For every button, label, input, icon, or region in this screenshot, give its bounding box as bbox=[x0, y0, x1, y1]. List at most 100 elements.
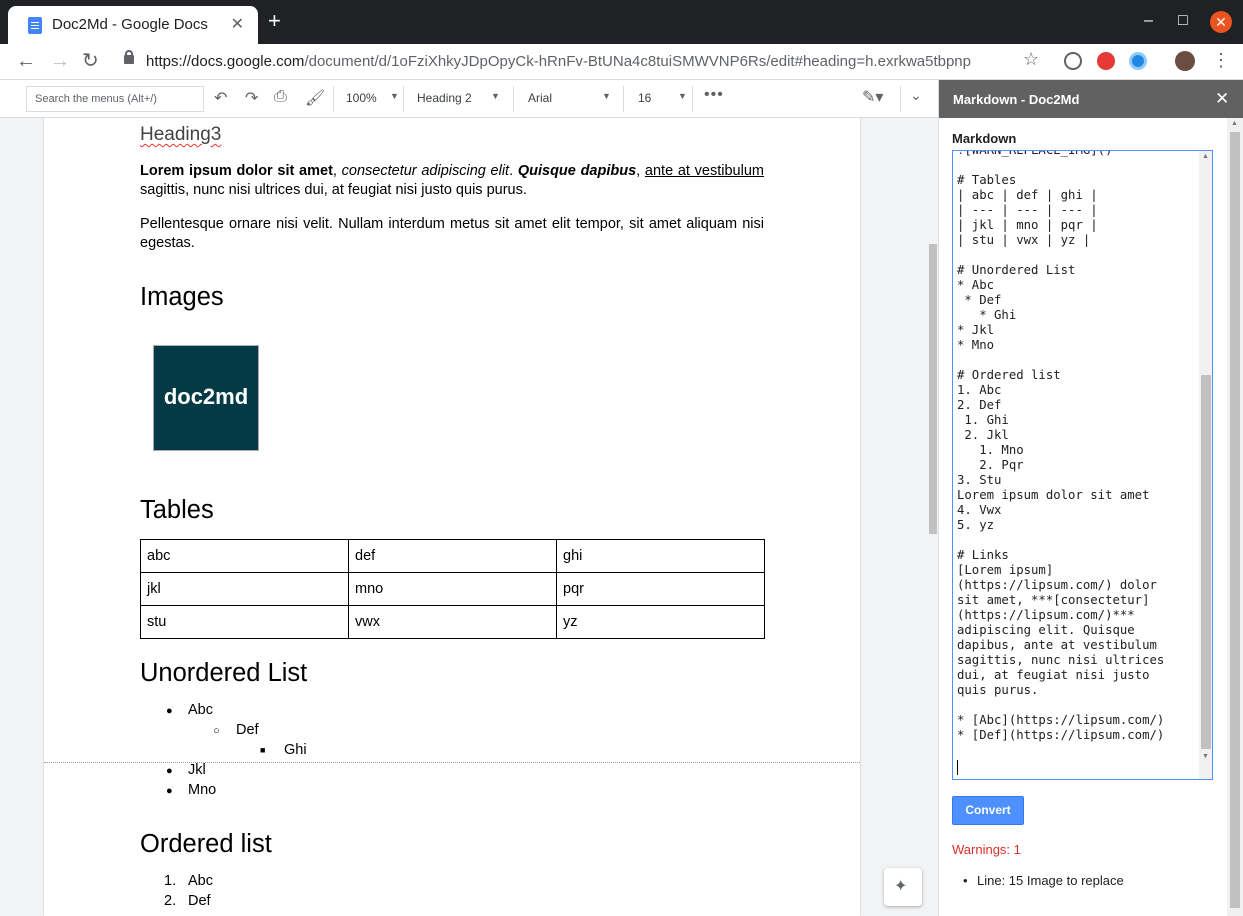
list-number: 2. bbox=[164, 893, 177, 909]
table-cell[interactable]: def bbox=[348, 539, 557, 573]
print-icon[interactable]: ⎙ bbox=[274, 88, 287, 106]
list-item: Abc bbox=[188, 702, 213, 718]
heading-images: Images bbox=[140, 283, 224, 311]
scroll-up-arrow-icon[interactable]: ▲ bbox=[1231, 120, 1238, 127]
docs-favicon-icon bbox=[28, 17, 42, 34]
document-scrollbar[interactable] bbox=[928, 118, 938, 916]
sidebar-close-icon[interactable]: ✕ bbox=[1215, 89, 1229, 109]
heading-unordered-list: Unordered List bbox=[140, 659, 308, 687]
undo-icon[interactable]: ↶ bbox=[214, 88, 227, 108]
markdown-content: ![WARN_REPLACE_IMG]() # Tables | abc | d… bbox=[957, 150, 1165, 742]
back-arrow-icon[interactable]: ← bbox=[16, 50, 36, 72]
menu-search-input[interactable]: Search the menus (Alt+/) bbox=[26, 86, 204, 112]
sidebar-scrollbar-thumb[interactable] bbox=[1230, 132, 1240, 908]
p1-rest: sagittis, nunc nisi ultrices dui, at feu… bbox=[140, 182, 527, 198]
chevron-down-icon: ▼ bbox=[390, 91, 399, 101]
table-cell[interactable]: vwx bbox=[348, 605, 557, 639]
zoom-select[interactable]: 100% ▼ bbox=[346, 91, 399, 105]
bullet-disc-icon: ● bbox=[166, 705, 173, 717]
list-item: Ghi bbox=[284, 742, 307, 758]
profile-avatar[interactable] bbox=[1175, 51, 1195, 71]
new-tab-button[interactable]: + bbox=[268, 10, 281, 32]
sidebar-title: Markdown - Doc2Md bbox=[953, 92, 1080, 107]
heading-ordered-list: Ordered list bbox=[140, 830, 272, 858]
p1-bold: Lorem ipsum dolor sit amet bbox=[140, 163, 333, 179]
bullet-square-icon: ■ bbox=[260, 745, 266, 755]
style-value: Heading 2 bbox=[417, 91, 472, 105]
markdown-textarea[interactable]: ![WARN_REPLACE_IMG]() # Tables | abc | d… bbox=[952, 150, 1213, 780]
toolbar-divider bbox=[513, 86, 514, 112]
document-scrollbar-thumb[interactable] bbox=[929, 244, 937, 534]
explore-button[interactable] bbox=[884, 868, 922, 906]
paint-format-icon[interactable]: 🖌 bbox=[305, 88, 325, 108]
window-close-button[interactable]: ✕ bbox=[1210, 11, 1232, 33]
paragraph-1: Lorem ipsum dolor sit amet, consectetur … bbox=[140, 162, 764, 200]
scroll-down-arrow-icon[interactable]: ▼ bbox=[1202, 753, 1209, 760]
p1-link[interactable]: ante at vestibulum bbox=[645, 163, 764, 179]
more-options-icon[interactable]: ••• bbox=[704, 86, 724, 104]
warnings-count: Warnings: 1 bbox=[952, 842, 1021, 857]
toolbar-divider bbox=[333, 86, 334, 112]
p1-italic: consectetur adipiscing elit bbox=[341, 163, 510, 179]
table-cell[interactable]: yz bbox=[556, 605, 765, 639]
collapse-chevron-icon[interactable]: ⌄ bbox=[910, 87, 922, 104]
sidebar-header: Markdown - Doc2Md ✕ bbox=[939, 80, 1243, 118]
bullet-disc-icon: ● bbox=[166, 765, 173, 777]
table-cell[interactable]: stu bbox=[140, 605, 349, 639]
convert-button[interactable]: Convert bbox=[952, 796, 1024, 825]
extension-red-icon[interactable] bbox=[1097, 52, 1115, 70]
chevron-down-icon: ▼ bbox=[602, 91, 611, 101]
url-path: /document/d/1oFziXhkyJDpOpyCk-hRnFv-BtUN… bbox=[304, 53, 971, 70]
document-page[interactable]: Heading3 Lorem ipsum dolor sit amet, con… bbox=[44, 118, 860, 916]
doc2md-logo-image[interactable]: doc2md bbox=[153, 345, 259, 451]
toolbar-divider bbox=[403, 86, 404, 112]
font-size-value: 16 bbox=[638, 91, 652, 105]
lock-icon[interactable] bbox=[124, 50, 134, 64]
scroll-up-arrow-icon[interactable]: ▲ bbox=[1202, 153, 1209, 160]
reload-icon[interactable]: ↻ bbox=[82, 50, 99, 72]
bullet-disc-icon: ● bbox=[166, 785, 173, 797]
table-cell[interactable]: jkl bbox=[140, 572, 349, 606]
chevron-down-icon: ▼ bbox=[491, 91, 500, 101]
table-cell[interactable]: abc bbox=[140, 539, 349, 573]
markdown-scrollbar[interactable]: ▲ ▼ bbox=[1199, 151, 1212, 779]
extension-sync-icon[interactable] bbox=[1064, 52, 1082, 70]
table-row: abc def ghi bbox=[140, 539, 765, 573]
tab-bar: Doc2Md - Google Docs ✕ + – □ ✕ bbox=[0, 0, 1243, 44]
doc2md-sidebar: Markdown - Doc2Md ✕ Markdown ![WARN_REPL… bbox=[938, 80, 1243, 916]
toolbar-divider bbox=[692, 86, 693, 112]
style-select[interactable]: Heading 2 ▼ bbox=[417, 91, 500, 105]
table-cell[interactable]: mno bbox=[348, 572, 557, 606]
redo-icon[interactable]: ↷ bbox=[245, 88, 258, 108]
heading-tables: Tables bbox=[140, 496, 214, 524]
list-number: 1. bbox=[164, 873, 177, 889]
logo-text: doc2md bbox=[163, 384, 249, 409]
table-cell[interactable]: pqr bbox=[556, 572, 765, 606]
window-maximize-button[interactable]: □ bbox=[1178, 12, 1188, 30]
forward-arrow-icon[interactable]: → bbox=[50, 50, 70, 72]
url-host: https://docs.google.com bbox=[146, 53, 305, 70]
warning-item: Line: 15 Image to replace bbox=[963, 873, 1124, 888]
editing-mode-pencil-icon[interactable]: ✎▾ bbox=[862, 87, 883, 107]
font-size-select[interactable]: 16 ▼ bbox=[638, 91, 687, 105]
markdown-scrollbar-thumb[interactable] bbox=[1201, 375, 1211, 749]
table-cell[interactable]: ghi bbox=[556, 539, 765, 573]
sidebar-scrollbar[interactable]: ▲ bbox=[1227, 118, 1243, 916]
table-row: jkl mno pqr bbox=[140, 572, 765, 606]
doc-table: abc def ghi jkl mno pqr stu vwx yz bbox=[140, 539, 765, 639]
extension-blue-icon[interactable] bbox=[1129, 52, 1147, 70]
tab-active[interactable]: Doc2Md - Google Docs ✕ bbox=[8, 6, 258, 44]
list-item: Def bbox=[188, 893, 211, 909]
tab-close-icon[interactable]: ✕ bbox=[231, 14, 244, 34]
font-select[interactable]: Arial ▼ bbox=[528, 91, 611, 105]
url-field[interactable]: https://docs.google.com/document/d/1oFzi… bbox=[146, 53, 971, 70]
list-item: Mno bbox=[188, 782, 217, 798]
docs-toolbar: Search the menus (Alt+/) ↶ ↷ ⎙ 🖌 100% ▼ H… bbox=[0, 80, 938, 118]
p1-sep2: . bbox=[509, 163, 518, 179]
list-item: Jkl bbox=[188, 762, 206, 778]
address-bar: ← → ↻ https://docs.google.com/document/d… bbox=[0, 44, 1243, 80]
bookmark-star-icon[interactable]: ☆ bbox=[1023, 49, 1039, 70]
browser-window: Doc2Md - Google Docs ✕ + – □ ✕ ← → ↻ htt… bbox=[0, 0, 1243, 916]
browser-menu-icon[interactable]: ⋮ bbox=[1212, 50, 1230, 71]
window-minimize-button[interactable]: – bbox=[1144, 12, 1153, 30]
